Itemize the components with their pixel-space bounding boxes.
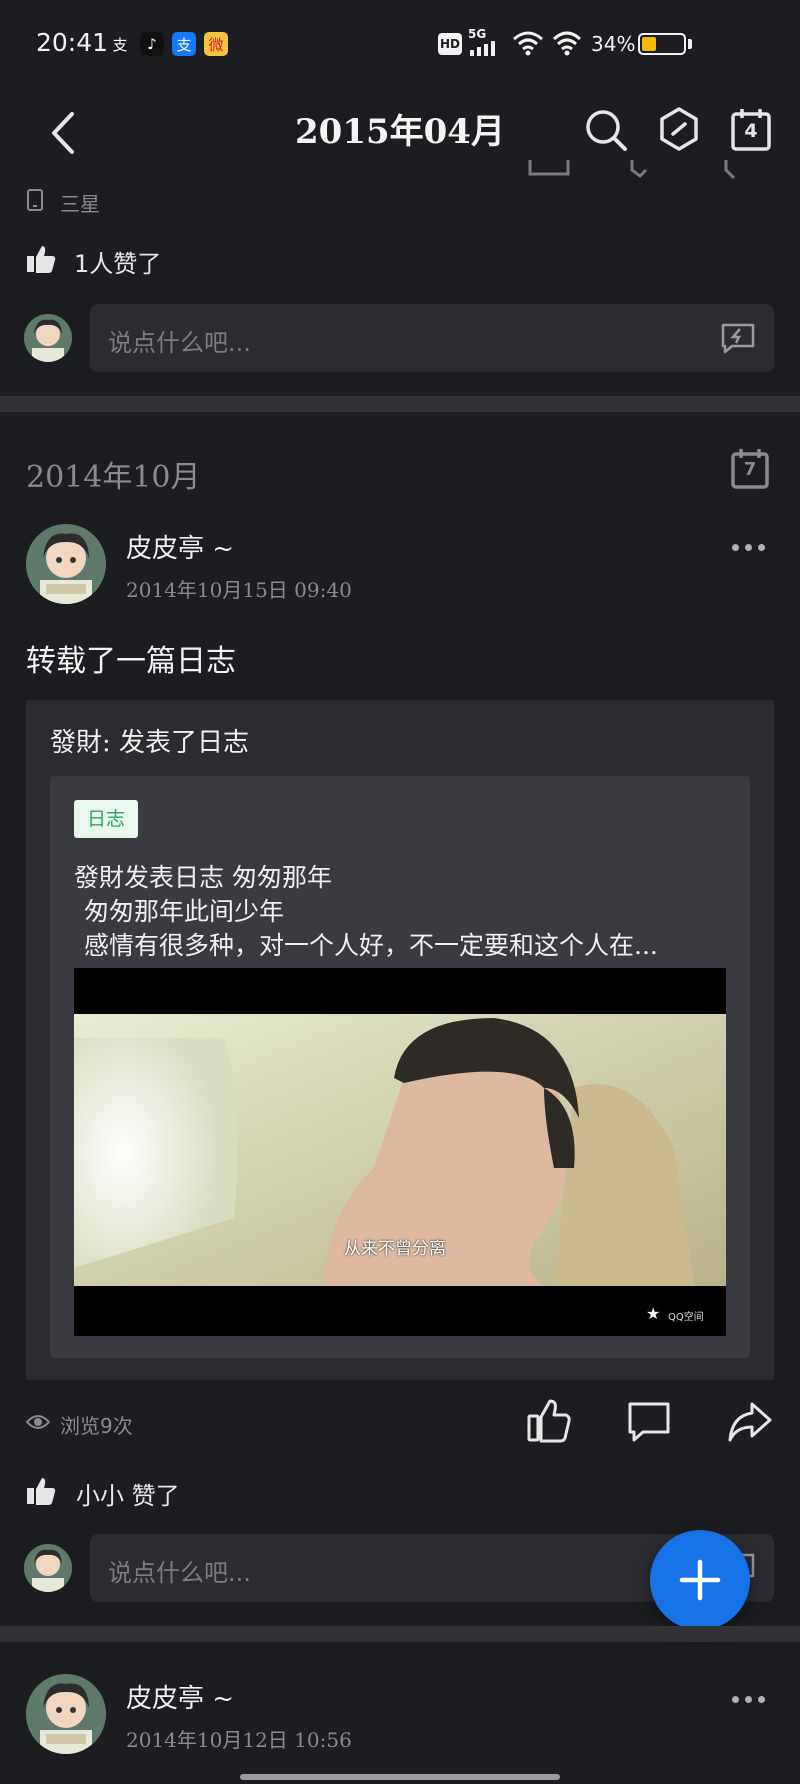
signal-5g-icon: 5G [468,28,500,58]
battery-percent: 34% [591,32,636,56]
tiktok-icon: ♪ [140,32,164,56]
post-content: 转载了一篇日志 [26,644,236,679]
section-divider-2 [0,1626,800,1642]
month-label: 2014年10月 [26,460,201,495]
post-datetime: 2014年10月15日 09:40 [126,578,352,602]
search-icon[interactable] [584,108,628,152]
my-avatar-2 [24,1544,72,1592]
repost-source-name[interactable]: 發財 [50,728,102,758]
like-button[interactable] [526,1398,572,1444]
blog-line-2: 匆匆那年此间少年 [84,897,285,926]
video-subtitle: 从来不曾分离 [344,1239,446,1259]
comment-placeholder: 说点什么吧... [108,329,251,357]
blog-preview[interactable]: 日志 發財发表日志 匆匆那年 匆匆那年此间少年 感情有很多种，对一个人好，不一定… [50,776,750,1358]
view-count: 浏览9次 [60,1414,133,1438]
network-label: 5G [468,27,487,41]
comment-input[interactable]: 说点什么吧... [90,304,774,372]
action-icons-peek [520,160,800,184]
author-avatar[interactable] [26,524,106,604]
section-divider [0,396,800,412]
author-name[interactable]: 皮皮亭 ~ [126,528,234,565]
like-thumb-icon [26,244,56,274]
month-calendar-icon[interactable]: 7 [730,446,770,490]
battery-tip [688,39,692,49]
device-label: 三星 [60,192,100,216]
status-app-icons: 支 ♪ 支 微 [108,30,228,58]
likes-text: 1人赞了 [74,250,162,278]
wifi-icon [512,30,544,56]
star-watermark-icon: ★ [646,1304,661,1323]
repost-source-action: : 发表了日志 [102,728,250,758]
hexagon-icon[interactable] [658,106,700,152]
phone-device-icon [26,188,44,212]
calendar-icon[interactable]: 4 [730,106,772,152]
my-avatar [24,314,72,362]
author-name-2[interactable]: 皮皮亭 ~ [126,1678,234,1715]
month-calendar-day: 7 [743,459,757,480]
blog-title: 發財发表日志 匆匆那年 [74,863,332,892]
more-options-icon[interactable] [732,544,765,551]
comment-button[interactable] [626,1400,672,1444]
add-post-button[interactable] [650,1530,750,1630]
alipay-icon: 支 [108,32,132,56]
comment-placeholder-2: 说点什么吧... [108,1559,251,1587]
battery-icon [638,33,686,55]
likes-text-2[interactable]: 小小 赞了 [76,1476,180,1511]
status-time: 20:41 [36,28,109,57]
home-indicator[interactable] [240,1774,560,1780]
share-button[interactable] [726,1400,774,1444]
emoji-comment-icon[interactable] [720,322,756,354]
weibo-icon: 微 [204,32,228,56]
wifi-icon-2 [552,30,582,56]
repost-source: 發財: 发表了日志 [50,722,249,759]
post-datetime-2: 2014年10月12日 10:56 [126,1728,352,1752]
blog-video-thumbnail[interactable]: 从来不曾分离 QQ空间 ★ [74,968,726,1336]
blog-line-3: 感情有很多种，对一个人好，不一定要和这个人在... [84,931,658,960]
blog-tag: 日志 [74,800,138,838]
plus-icon [679,1559,721,1601]
repost-card[interactable]: 發財: 发表了日志 日志 發財发表日志 匆匆那年 匆匆那年此间少年 感情有很多种… [26,700,774,1380]
eye-icon [26,1412,50,1432]
hd-icon: HD [438,33,462,55]
more-options-icon-2[interactable] [732,1696,765,1703]
like-thumb-icon-2 [26,1476,56,1506]
video-watermark: QQ空间 [668,1312,704,1323]
author-avatar-2[interactable] [26,1674,106,1754]
alipay-blue-icon: 支 [172,32,196,56]
calendar-day: 4 [744,120,758,142]
